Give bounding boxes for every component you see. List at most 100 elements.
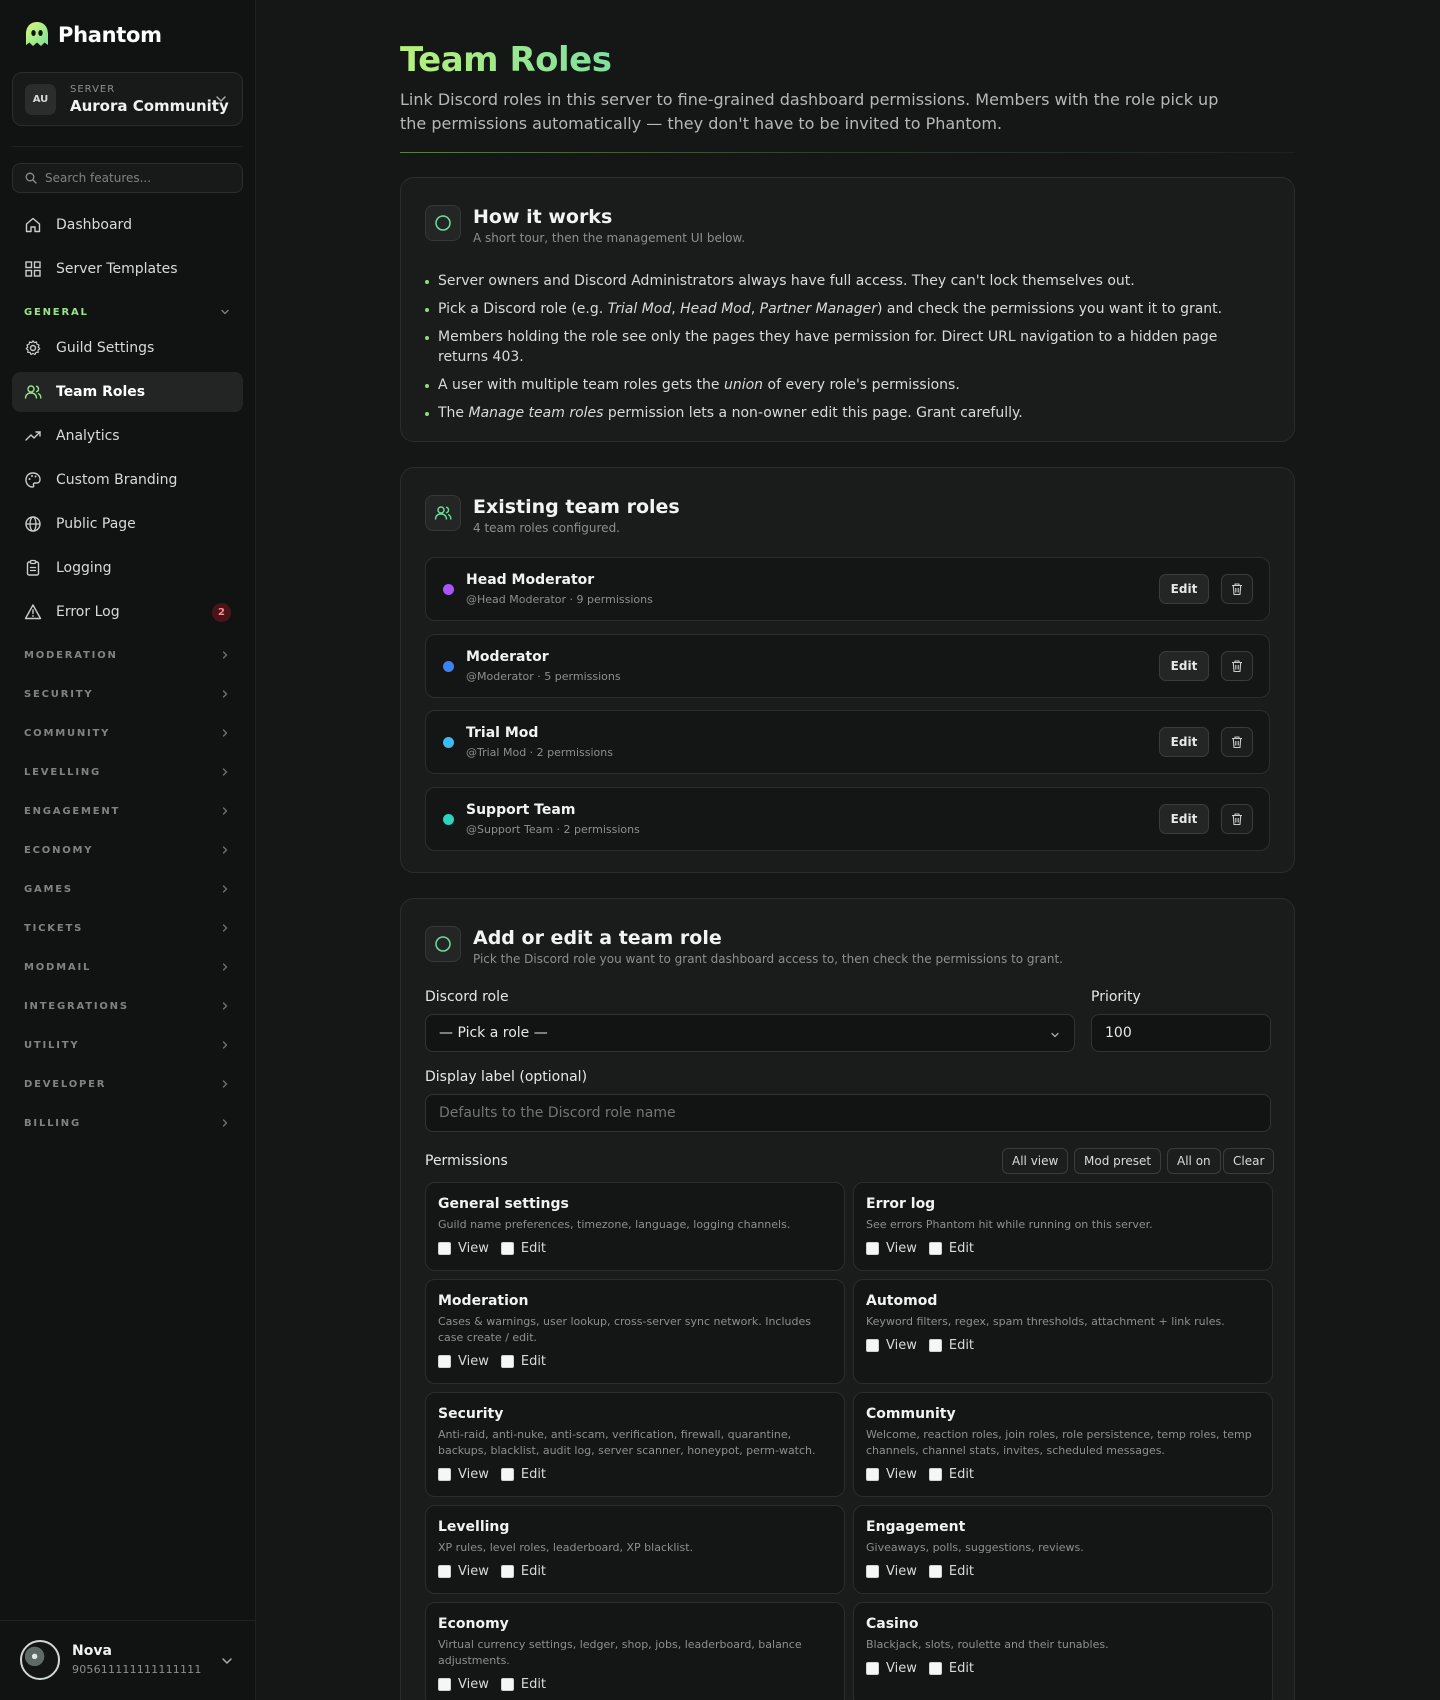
priority-input[interactable]	[1091, 1014, 1271, 1052]
card-subtitle: 4 team roles configured.	[473, 521, 620, 535]
section-security[interactable]: SECURITY	[24, 686, 231, 702]
users-icon	[24, 385, 42, 399]
table-row: Support Team @Support Team · 2 permission…	[425, 787, 1270, 851]
section-integrations[interactable]: INTEGRATIONS	[24, 998, 231, 1014]
nav-logging[interactable]: Logging	[12, 548, 243, 588]
section-community[interactable]: COMMUNITY	[24, 725, 231, 741]
section-engagement[interactable]: ENGAGEMENT	[24, 803, 231, 819]
users-icon	[425, 495, 461, 531]
nav-label: Guild Settings	[56, 340, 155, 356]
section-label: ENGAGEMENT	[24, 805, 121, 817]
edit-checkbox[interactable]	[500, 1468, 514, 1481]
view-checkbox[interactable]	[866, 1565, 879, 1578]
server-switcher[interactable]: AU SERVER Aurora Community	[12, 72, 243, 126]
mod-preset-button[interactable]: Mod preset	[1074, 1148, 1162, 1174]
role-editor-card: Add or edit a team role Pick the Discord…	[400, 898, 1295, 1700]
all-view-button[interactable]: All view	[1002, 1148, 1069, 1174]
brand[interactable]: Phantom	[22, 20, 162, 50]
edit-role-button[interactable]: Edit	[1159, 574, 1209, 604]
nav-analytics[interactable]: Analytics	[12, 416, 243, 456]
permission-checks: View Edit	[438, 1354, 558, 1369]
section-label: GAMES	[24, 883, 73, 895]
permission-title: Engagement	[866, 1519, 966, 1535]
edit-checkbox[interactable]	[928, 1565, 942, 1578]
nav-team-roles[interactable]: Team Roles	[12, 372, 243, 412]
section-games[interactable]: GAMES	[24, 881, 231, 897]
edit-checkbox[interactable]	[500, 1355, 514, 1368]
edit-checkbox[interactable]	[928, 1339, 942, 1352]
section-label: COMMUNITY	[24, 727, 111, 739]
edit-role-button[interactable]: Edit	[1159, 804, 1209, 834]
delete-role-button[interactable]	[1221, 804, 1253, 834]
nav-error-log[interactable]: Error Log 2	[12, 592, 243, 632]
permission-checks: View Edit	[866, 1467, 986, 1482]
delete-role-button[interactable]	[1221, 574, 1253, 604]
edit-checkbox[interactable]	[500, 1242, 514, 1255]
delete-role-button[interactable]	[1221, 651, 1253, 681]
view-checkbox[interactable]	[438, 1355, 451, 1368]
chevron-right-icon	[222, 963, 228, 971]
nav-dashboard[interactable]: Dashboard	[12, 205, 243, 245]
role-meta: @Head Moderator · 9 permissions	[466, 593, 653, 606]
display-label-label: Display label (optional)	[425, 1069, 588, 1085]
section-moderation[interactable]: MODERATION	[24, 647, 231, 663]
view-checkbox[interactable]	[438, 1678, 451, 1691]
nav-label: Analytics	[56, 428, 120, 444]
clear-button[interactable]: Clear	[1223, 1148, 1275, 1174]
section-modmail[interactable]: MODMAIL	[24, 959, 231, 975]
view-checkbox[interactable]	[866, 1662, 879, 1675]
edit-label: Edit	[520, 1354, 547, 1369]
view-label: View	[458, 1241, 489, 1256]
search-input[interactable]	[45, 171, 235, 185]
view-checkbox[interactable]	[438, 1242, 451, 1255]
view-checkbox[interactable]	[866, 1242, 879, 1255]
edit-label: Edit	[948, 1338, 975, 1353]
chevron-right-icon	[222, 924, 228, 932]
view-checkbox[interactable]	[438, 1468, 451, 1481]
permission-card: Automod Keyword filters, regex, spam thre…	[853, 1279, 1273, 1384]
priority-label: Priority	[1091, 989, 1141, 1005]
permission-title: Automod	[866, 1293, 938, 1309]
permission-checks: View Edit	[438, 1241, 558, 1256]
card-title: How it works	[473, 206, 613, 228]
section-utility[interactable]: UTILITY	[24, 1037, 231, 1053]
section-label: UTILITY	[24, 1039, 80, 1051]
edit-checkbox[interactable]	[928, 1662, 942, 1675]
search-bar[interactable]	[12, 163, 243, 193]
edit-checkbox[interactable]	[500, 1678, 514, 1691]
section-levelling[interactable]: LEVELLING	[24, 764, 231, 780]
edit-checkbox[interactable]	[928, 1242, 942, 1255]
nav-label: Dashboard	[56, 217, 132, 233]
user-name: Nova	[72, 1643, 112, 1659]
section-billing[interactable]: BILLING	[24, 1115, 231, 1131]
all-on-button[interactable]: All on	[1167, 1148, 1221, 1174]
edit-label: Edit	[948, 1241, 975, 1256]
view-checkbox[interactable]	[866, 1468, 879, 1481]
view-checkbox[interactable]	[866, 1339, 879, 1352]
display-label-input[interactable]	[425, 1094, 1271, 1132]
section-developer[interactable]: DEVELOPER	[24, 1076, 231, 1092]
phantom-logo-icon	[26, 22, 48, 46]
user-menu[interactable]: Nova 905611111111111111	[0, 1620, 256, 1700]
discord-role-select[interactable]: — Pick a role —	[425, 1014, 1075, 1052]
delete-role-button[interactable]	[1221, 727, 1253, 757]
edit-role-button[interactable]: Edit	[1159, 727, 1209, 757]
permission-card: General settings Guild name preferences, …	[425, 1182, 845, 1271]
permission-description: Giveaways, polls, suggestions, reviews.	[866, 1541, 1084, 1554]
nav-public-page[interactable]: Public Page	[12, 504, 243, 544]
nav-guild-settings[interactable]: Guild Settings	[12, 328, 243, 368]
permission-description: Keyword filters, regex, spam thresholds,…	[866, 1315, 1225, 1328]
search-icon	[25, 172, 37, 184]
edit-checkbox[interactable]	[928, 1468, 942, 1481]
view-checkbox[interactable]	[438, 1565, 451, 1578]
nav-server-templates[interactable]: Server Templates	[12, 249, 243, 289]
view-label: View	[458, 1677, 489, 1692]
edit-label: Edit	[948, 1661, 975, 1676]
user-id: 905611111111111111	[72, 1663, 202, 1676]
edit-checkbox[interactable]	[500, 1565, 514, 1578]
section-general[interactable]: GENERAL	[24, 304, 231, 320]
section-tickets[interactable]: TICKETS	[24, 920, 231, 936]
section-economy[interactable]: ECONOMY	[24, 842, 231, 858]
nav-custom-branding[interactable]: Custom Branding	[12, 460, 243, 500]
edit-role-button[interactable]: Edit	[1159, 651, 1209, 681]
